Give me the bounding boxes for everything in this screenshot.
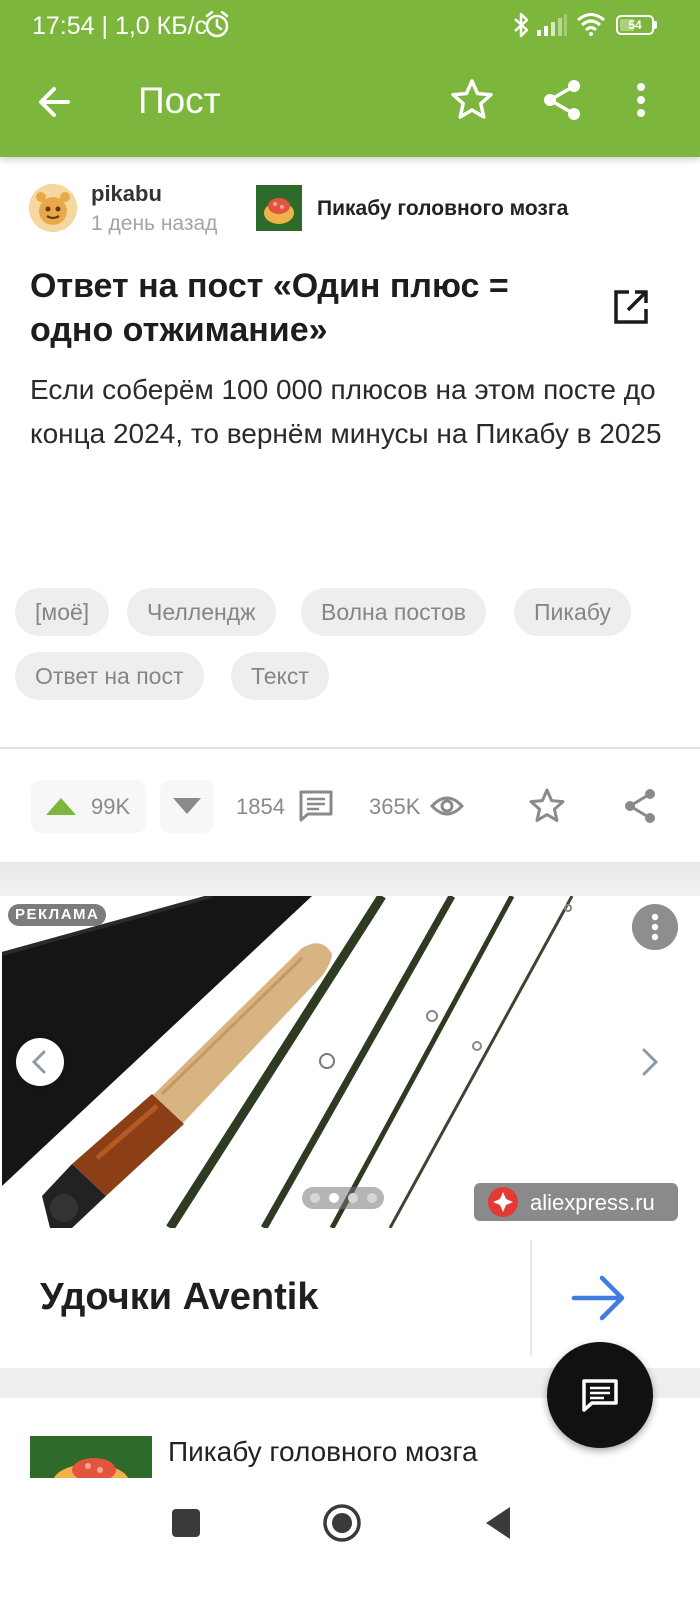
post-time: 1 день назад [91, 212, 218, 235]
tag-chip[interactable]: Волна постов [301, 588, 486, 636]
recents-square-icon[interactable] [172, 1509, 200, 1537]
chevron-right-icon[interactable] [632, 1040, 668, 1084]
community-name[interactable]: Пикабу головного мозга [317, 197, 568, 221]
community-image [256, 185, 302, 231]
upvote-arrow-icon [46, 798, 76, 815]
comments-count[interactable]: 1854 [236, 794, 285, 820]
ad-more-icon[interactable] [632, 904, 678, 950]
divider [530, 1240, 532, 1356]
status-time: 17:54 | 1,0 КБ/с [32, 12, 208, 40]
chevron-left-icon [31, 1050, 46, 1074]
share-icon[interactable] [538, 76, 586, 124]
carousel-dot-active[interactable] [329, 1193, 339, 1203]
alarm-icon [205, 11, 229, 38]
battery-level: 54 [628, 18, 642, 32]
ad-source-label: aliexpress.ru [530, 1190, 655, 1215]
star-icon[interactable] [448, 76, 496, 124]
avatar-image [29, 184, 77, 232]
battery-nub [654, 21, 657, 29]
more-vertical-icon[interactable] [624, 76, 658, 124]
save-star-icon[interactable] [527, 786, 567, 826]
comment-icon [582, 1379, 618, 1412]
tag-chip[interactable]: Челлендж [127, 588, 276, 636]
page-title: Пост [138, 80, 221, 121]
fishing-rods-image [2, 896, 682, 1228]
back-arrow-icon[interactable] [30, 78, 78, 126]
divider [0, 747, 700, 749]
author-avatar[interactable] [29, 184, 77, 232]
carousel-dot[interactable] [310, 1193, 320, 1203]
carousel-dot[interactable] [348, 1193, 358, 1203]
signal-icon [537, 14, 567, 36]
wifi-icon [577, 13, 605, 36]
tag-chip[interactable]: Текст [231, 652, 329, 700]
bluetooth-icon [514, 12, 529, 38]
ad-source-badge[interactable]: aliexpress.ru [474, 1183, 678, 1221]
downvote-button[interactable] [160, 780, 214, 833]
community-image [30, 1436, 152, 1484]
tag-chip[interactable]: [моё] [15, 588, 110, 636]
views-count: 365K [369, 794, 421, 819]
open-external-icon[interactable] [609, 285, 653, 329]
upvote-button[interactable]: 99K [31, 780, 146, 833]
comments-fab-button[interactable] [547, 1342, 653, 1448]
ad-badge: РЕКЛАМА [8, 904, 107, 926]
carousel-dots [302, 1187, 384, 1209]
community-avatar[interactable] [256, 185, 302, 231]
next-community-name[interactable]: Пикабу головного мозга [168, 1436, 478, 1468]
downvote-arrow-icon [173, 798, 201, 814]
post-body: Если соберём 100 000 плюсов на этом пост… [30, 374, 662, 449]
carousel-dot[interactable] [367, 1193, 377, 1203]
app-header: 17:54 | 1,0 КБ/с 54 Пост [0, 0, 700, 157]
ad-title[interactable]: Удочки Aventik [40, 1276, 319, 1319]
post-title: Ответ на пост «Один плюс = одно отжимани… [30, 267, 509, 349]
tag-chip[interactable]: Пикабу [514, 588, 631, 636]
carousel-prev-button[interactable] [16, 1038, 64, 1086]
tag-chip[interactable]: Ответ на пост [15, 652, 204, 700]
next-community-avatar[interactable] [30, 1436, 152, 1484]
battery-icon: 54 [616, 15, 654, 35]
share-icon[interactable] [620, 786, 660, 826]
author-name[interactable]: pikabu [91, 181, 162, 207]
home-circle-icon[interactable] [322, 1503, 362, 1543]
aliexpress-logo-icon [488, 1187, 518, 1217]
eye-icon [430, 796, 464, 816]
section-gap [0, 862, 700, 896]
back-triangle-icon[interactable] [484, 1505, 512, 1541]
comments-icon[interactable] [298, 789, 334, 823]
ad-image-fishing-rods[interactable] [2, 896, 682, 1228]
arrow-right-icon[interactable] [560, 1262, 636, 1334]
upvote-count: 99K [91, 794, 131, 819]
